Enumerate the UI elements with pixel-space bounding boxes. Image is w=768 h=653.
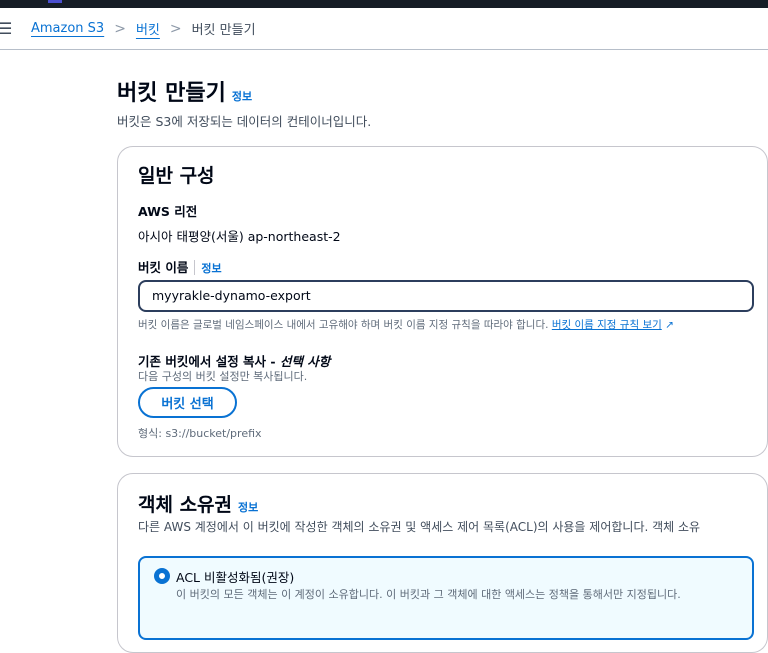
general-config-panel: 일반 구성 AWS 리전 아시아 태평양(서울) ap-northeast-2 … <box>117 146 768 457</box>
ownership-description: 다른 AWS 계정에서 이 버킷에 작성한 객체의 소유권 및 액세스 제어 목… <box>138 520 701 534</box>
copy-label-text: 기존 버킷에서 설정 복사 - <box>138 354 280 369</box>
format-hint: 형식: s3://bucket/prefix <box>138 427 262 440</box>
page-title-text: 버킷 만들기 <box>117 81 226 106</box>
page-title: 버킷 만들기 정보 <box>117 75 252 107</box>
info-link[interactable]: 정보 <box>232 90 252 103</box>
chevron-right-icon: > <box>114 20 126 37</box>
option-description: 이 버킷의 모든 객체는 이 계정이 소유합니다. 이 버킷과 그 객체에 대한… <box>176 588 681 601</box>
copy-settings-hint: 다음 구성의 버킷 설정만 복사됩니다. <box>138 370 308 383</box>
naming-rules-link[interactable]: 버킷 이름 지정 규칙 보기 <box>552 319 662 331</box>
bucket-name-label: 버킷 이름 정보 <box>138 257 222 276</box>
section-title: 객체 소유권 정보 <box>138 490 258 517</box>
chevron-right-icon: > <box>169 20 182 37</box>
menu-icon[interactable]: ☰ <box>0 19 12 38</box>
acl-disabled-option[interactable]: ACL 비활성화됨(권장) 이 버킷의 모든 객체는 이 계정이 소유합니다. … <box>138 556 754 640</box>
top-navigation-bar <box>0 0 768 8</box>
radio-selected[interactable] <box>154 568 170 584</box>
breadcrumb: ☰ Amazon S3 > 버킷 > 버킷 만들기 <box>0 8 768 50</box>
section-title-text: 객체 소유권 <box>138 494 233 516</box>
external-link-icon: ↗ <box>665 319 674 331</box>
hint-text: 버킷 이름은 글로벌 네임스페이스 내에서 고유해야 하며 버킷 이름 지정 규… <box>138 319 549 331</box>
section-title: 일반 구성 <box>138 165 215 187</box>
bucket-name-label-text: 버킷 이름 <box>138 260 189 275</box>
region-value: 아시아 태평양(서울) ap-northeast-2 <box>138 229 341 244</box>
page-subtitle: 버킷은 S3에 저장되는 데이터의 컨테이너입니다. <box>117 114 372 129</box>
optional-text: 선택 사항 <box>279 354 331 369</box>
choose-bucket-button[interactable]: 버킷 선택 <box>138 387 237 418</box>
breadcrumb-amazon-s3[interactable]: Amazon S3 <box>31 21 104 36</box>
option-label: ACL 비활성화됨(권장) <box>176 570 295 585</box>
bucket-name-hint: 버킷 이름은 글로벌 네임스페이스 내에서 고유해야 하며 버킷 이름 지정 규… <box>138 317 753 332</box>
object-ownership-panel: 객체 소유권 정보 다른 AWS 계정에서 이 버킷에 작성한 객체의 소유권 및… <box>117 473 768 653</box>
nav-indicator <box>48 0 62 3</box>
bucket-name-input[interactable]: myyrakle-dynamo-export <box>138 280 754 312</box>
info-link[interactable]: 정보 <box>201 262 221 275</box>
info-link[interactable]: 정보 <box>238 501 258 514</box>
region-label: AWS 리전 <box>138 204 198 219</box>
breadcrumb-current: 버킷 만들기 <box>191 23 256 38</box>
breadcrumb-buckets[interactable]: 버킷 <box>136 19 160 38</box>
